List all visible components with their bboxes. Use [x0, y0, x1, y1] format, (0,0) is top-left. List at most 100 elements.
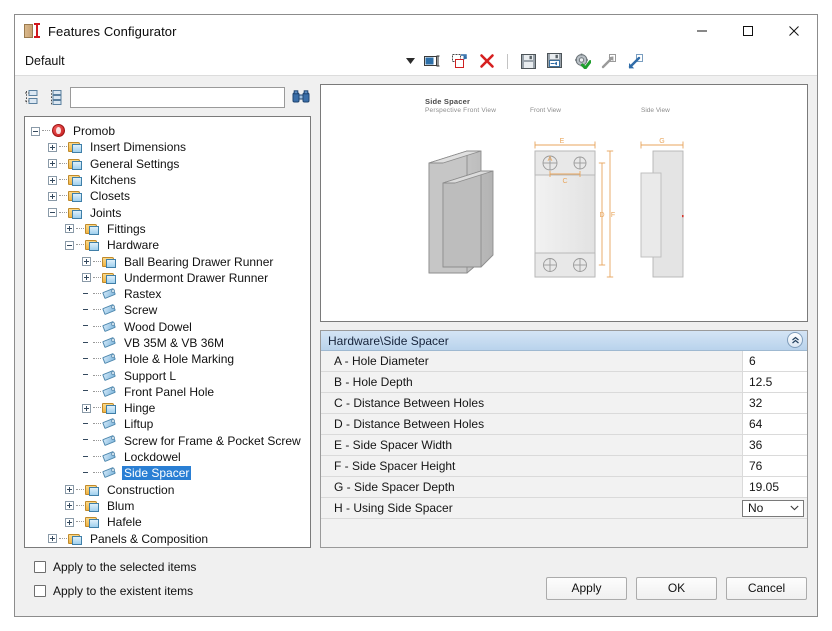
checkbox-box[interactable]: [34, 584, 46, 597]
tree-connector: [76, 244, 84, 246]
delete-profile-icon[interactable]: [476, 50, 498, 72]
tree-connector: [93, 342, 101, 344]
expand-node-icon[interactable]: [48, 175, 57, 185]
expand-node-icon[interactable]: [65, 517, 74, 527]
expand-node-icon[interactable]: [48, 159, 57, 169]
collapse-node-icon[interactable]: [65, 240, 74, 250]
tree-item[interactable]: Rastex: [25, 286, 310, 302]
tree-item[interactable]: Ball Bearing Drawer Runner: [25, 253, 310, 269]
import-icon[interactable]: [598, 50, 620, 72]
collapse-node-icon[interactable]: [31, 126, 40, 136]
expand-node-icon[interactable]: [48, 142, 57, 152]
tree-item[interactable]: Closets: [25, 188, 310, 204]
using-side-spacer-select[interactable]: No: [742, 499, 804, 517]
save-as-icon[interactable]: [544, 50, 566, 72]
property-value-cell[interactable]: 64: [742, 414, 807, 434]
tree-item[interactable]: Insert Dimensions: [25, 139, 310, 155]
expand-node-icon[interactable]: [65, 224, 74, 234]
tree-item[interactable]: Blum: [25, 498, 310, 514]
properties-header: Hardware\Side Spacer: [321, 331, 807, 351]
tree-item[interactable]: Side Spacer: [25, 465, 310, 481]
checkbox-box[interactable]: [34, 560, 46, 573]
collapse-tree-icon[interactable]: [24, 89, 41, 106]
apply-settings-icon[interactable]: [571, 50, 593, 72]
tree-connector: [59, 162, 67, 165]
binoculars-icon[interactable]: [291, 88, 311, 106]
expand-node-icon[interactable]: [65, 485, 74, 495]
folder-icon: [68, 532, 84, 546]
apply-existent-checkbox[interactable]: Apply to the existent items: [34, 584, 193, 598]
profile-dropdown-caret-icon[interactable]: [403, 50, 417, 72]
property-row: D - Distance Between Holes 64: [321, 414, 807, 435]
tree-item[interactable]: Hinge: [25, 400, 310, 416]
tree-connector: [59, 537, 67, 540]
window-controls: [679, 15, 817, 47]
tree-item[interactable]: VB 35M & VB 36M: [25, 335, 310, 351]
folder-icon: [102, 401, 118, 415]
rename-profile-icon[interactable]: [422, 50, 444, 72]
svg-text:A: A: [548, 156, 553, 163]
tree-item-label: Ball Bearing Drawer Runner: [124, 254, 274, 269]
save-icon[interactable]: [517, 50, 539, 72]
expand-node-icon[interactable]: [82, 257, 91, 267]
tree-item[interactable]: Joints: [25, 204, 310, 220]
ok-button[interactable]: OK: [636, 576, 717, 600]
expand-node-icon[interactable]: [48, 191, 57, 201]
property-value-cell: No: [742, 498, 807, 518]
property-value-cell[interactable]: 32: [742, 393, 807, 413]
property-row: H - Using Side Spacer No: [321, 498, 807, 519]
expand-node-icon[interactable]: [82, 403, 91, 413]
tree-search-input[interactable]: [70, 86, 285, 108]
apply-existent-label: Apply to the existent items: [53, 583, 194, 598]
tree-item[interactable]: Wood Dowel: [25, 319, 310, 335]
tag-icon: [102, 320, 118, 334]
expand-tree-icon[interactable]: [47, 89, 64, 106]
tree-node-spacer: [82, 355, 91, 364]
tree-item[interactable]: Kitchens: [25, 172, 310, 188]
tree-item[interactable]: Fittings: [25, 221, 310, 237]
tree-item[interactable]: General Settings: [25, 156, 310, 172]
app-icon: [24, 23, 40, 39]
title-bar: Features Configurator: [15, 15, 817, 47]
feature-tree[interactable]: Promob Insert Dimensions General Settings K…: [24, 116, 311, 548]
export-icon[interactable]: [625, 50, 647, 72]
tree-item-label: Undermont Drawer Runner: [124, 270, 269, 285]
maximize-button[interactable]: [725, 15, 771, 47]
tree-item[interactable]: Undermont Drawer Runner: [25, 270, 310, 286]
property-row: C - Distance Between Holes 32: [321, 393, 807, 414]
expand-node-icon[interactable]: [48, 534, 57, 544]
close-button[interactable]: [771, 15, 817, 47]
tree-item[interactable]: Screw: [25, 302, 310, 318]
tree-item[interactable]: Construction: [25, 482, 310, 498]
cancel-button[interactable]: Cancel: [726, 576, 807, 600]
properties-header-label: Hardware\Side Spacer: [328, 333, 449, 348]
tree-item[interactable]: Liftup: [25, 416, 310, 432]
tree-item[interactable]: Support L: [25, 367, 310, 383]
tree-item[interactable]: Screw for Frame & Pocket Screw: [25, 433, 310, 449]
apply-selected-checkbox[interactable]: Apply to the selected items: [34, 560, 196, 574]
expand-node-icon[interactable]: [82, 273, 91, 283]
collapse-node-icon[interactable]: [48, 208, 57, 218]
tree-item[interactable]: Hafele: [25, 514, 310, 530]
property-value-cell[interactable]: 6: [742, 351, 807, 371]
duplicate-profile-icon[interactable]: [449, 50, 471, 72]
tree-item[interactable]: Promob: [25, 123, 310, 139]
property-value-cell[interactable]: 76: [742, 456, 807, 476]
property-value: 64: [749, 417, 763, 431]
chevron-up-icon[interactable]: [787, 332, 803, 348]
tree-item[interactable]: Panels & Composition: [25, 530, 310, 546]
folder-icon: [85, 483, 101, 497]
property-value-cell[interactable]: 12.5: [742, 372, 807, 392]
tree-item[interactable]: Front Panel Hole: [25, 384, 310, 400]
tree-item-label: Rastex: [124, 287, 162, 302]
tree-item[interactable]: Hole & Hole Marking: [25, 351, 310, 367]
property-name: A - Hole Diameter: [334, 354, 429, 368]
tree-item[interactable]: Hardware: [25, 237, 310, 253]
expand-node-icon[interactable]: [65, 501, 74, 511]
minimize-button[interactable]: [679, 15, 725, 47]
properties-list: A - Hole Diameter 6 B - Hole Depth 12.5 C - …: [321, 351, 807, 519]
property-value-cell[interactable]: 19.05: [742, 477, 807, 497]
tree-item[interactable]: Lockdowel: [25, 449, 310, 465]
property-value-cell[interactable]: 36: [742, 435, 807, 455]
apply-button[interactable]: Apply: [546, 576, 627, 600]
